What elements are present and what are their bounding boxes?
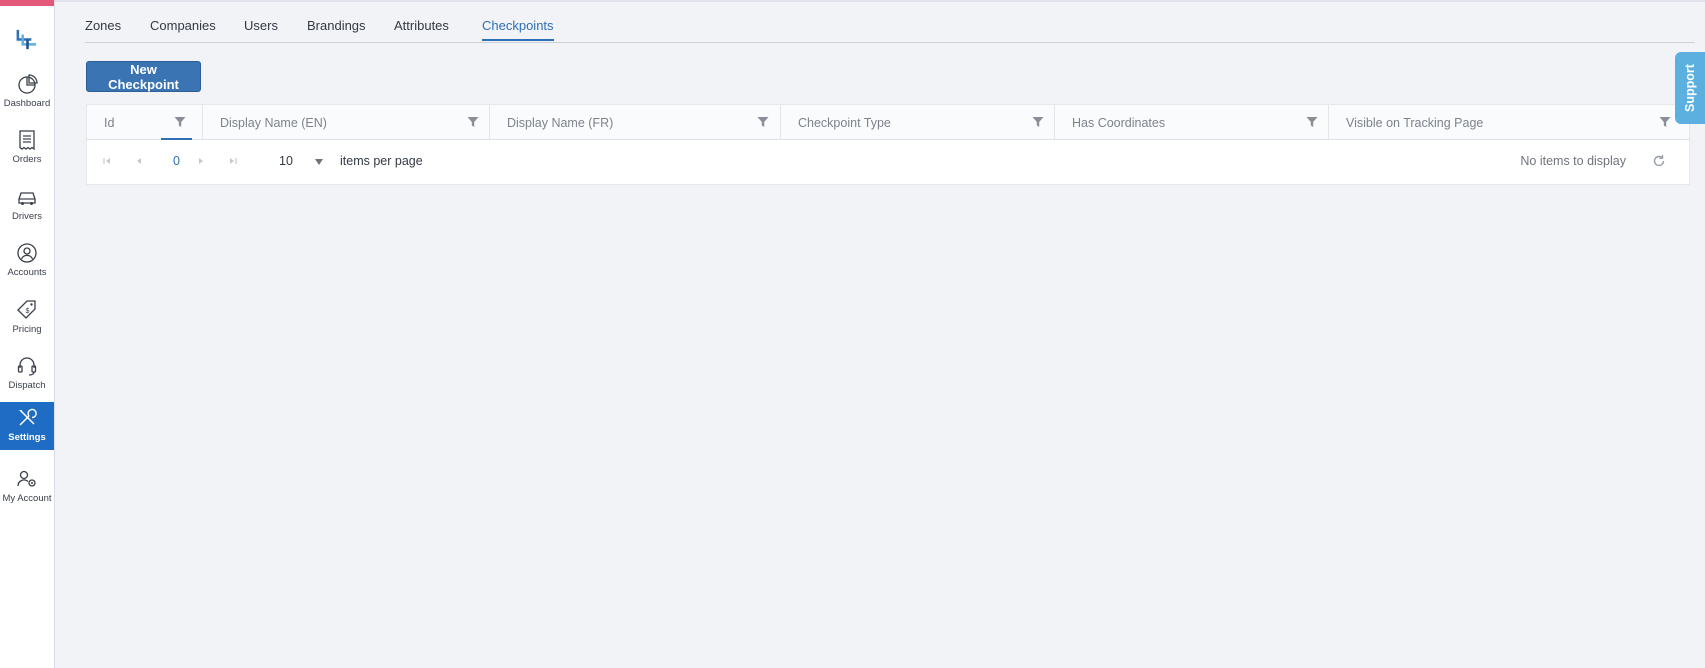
column-header-id[interactable]: Id [87, 105, 203, 140]
column-header-has-coordinates[interactable]: Has Coordinates [1055, 105, 1329, 140]
support-label: Support [1683, 64, 1698, 112]
sidebar-item-settings[interactable]: Settings [0, 402, 54, 450]
app-logo-icon[interactable] [14, 26, 41, 53]
grid-pager: 0 10 items per page No items to display [87, 141, 1689, 184]
items-per-page-label: items per page [340, 154, 423, 168]
sidebar-item-label: Settings [8, 432, 46, 443]
column-header-checkpoint-type[interactable]: Checkpoint Type [781, 105, 1055, 140]
settings-tabs: Zones Companies Users Brandings Attribut… [85, 16, 1695, 43]
sidebar-item-pricing[interactable]: $ Pricing [0, 294, 54, 346]
sidebar-item-label: Dispatch [8, 380, 46, 391]
user-circle-icon [17, 243, 37, 263]
sidebar-item-label: Dashboard [3, 98, 51, 109]
first-page-icon[interactable] [101, 155, 113, 167]
sidebar-item-drivers[interactable]: Drivers [0, 181, 54, 233]
filter-icon[interactable] [1306, 116, 1318, 128]
headset-icon [17, 357, 37, 376]
sidebar-item-label: Drivers [11, 211, 43, 222]
column-title: Has Coordinates [1072, 115, 1166, 130]
page-size-select[interactable]: 10 [279, 154, 293, 168]
tab-companies[interactable]: Companies [150, 18, 216, 39]
top-divider [55, 0, 1705, 2]
tab-zones[interactable]: Zones [85, 18, 121, 39]
next-page-icon[interactable] [195, 155, 207, 167]
svg-text:$: $ [26, 308, 30, 315]
filter-icon[interactable] [757, 116, 769, 128]
main-content: Zones Companies Users Brandings Attribut… [55, 0, 1705, 668]
column-header-visible-on-tracking-page[interactable]: Visible on Tracking Page [1329, 105, 1689, 140]
column-title: Checkpoint Type [798, 115, 891, 130]
tab-brandings[interactable]: Brandings [307, 18, 366, 39]
checkpoints-grid: Id Display Name (EN) Display Name (FR) C… [86, 104, 1690, 185]
sidebar-item-my-account[interactable]: My Account [0, 463, 54, 515]
pager-info: No items to display [1520, 154, 1626, 168]
sidebar-item-accounts[interactable]: Accounts [0, 237, 54, 289]
column-title: Display Name (EN) [220, 115, 327, 130]
last-page-icon[interactable] [227, 155, 239, 167]
chevron-down-icon[interactable] [315, 159, 323, 165]
sidebar-item-dashboard[interactable]: Dashboard [0, 68, 54, 120]
sidebar-top-bar [0, 0, 54, 6]
sidebar-item-label: Accounts [7, 267, 47, 278]
tools-icon [19, 408, 37, 426]
column-resize-indicator [161, 138, 192, 140]
user-gear-icon [17, 470, 36, 487]
pie-chart-icon [18, 74, 38, 94]
column-title: Visible on Tracking Page [1346, 115, 1484, 130]
new-checkpoint-button[interactable]: New Checkpoint [86, 61, 201, 92]
sidebar-item-label: Orders [12, 154, 42, 165]
tab-attributes[interactable]: Attributes [394, 18, 449, 39]
column-title: Display Name (FR) [507, 115, 614, 130]
previous-page-icon[interactable] [133, 155, 145, 167]
price-tag-icon: $ [17, 300, 36, 319]
grid-header: Id Display Name (EN) Display Name (FR) C… [87, 105, 1689, 140]
refresh-icon[interactable] [1651, 153, 1667, 169]
current-page-number[interactable]: 0 [173, 154, 180, 168]
receipt-icon [19, 130, 35, 151]
filter-icon[interactable] [1032, 116, 1044, 128]
sidebar-item-label: My Account [2, 493, 52, 504]
sidebar: Dashboard Orders Drivers Accounts $ Pric… [0, 0, 55, 668]
car-icon [18, 192, 36, 205]
column-header-display-name-en[interactable]: Display Name (EN) [203, 105, 490, 140]
sidebar-item-label: Pricing [12, 324, 42, 335]
filter-icon[interactable] [467, 116, 479, 128]
filter-icon[interactable] [1659, 116, 1671, 128]
sidebar-item-orders[interactable]: Orders [0, 124, 54, 176]
column-title: Id [104, 115, 115, 130]
column-header-display-name-fr[interactable]: Display Name (FR) [490, 105, 781, 140]
app-window: Dashboard Orders Drivers Accounts $ Pric… [0, 0, 1705, 668]
support-tab[interactable]: Support [1675, 52, 1705, 124]
sidebar-item-dispatch[interactable]: Dispatch [0, 350, 54, 402]
tab-checkpoints[interactable]: Checkpoints [482, 18, 554, 41]
filter-icon[interactable] [174, 116, 186, 128]
tab-users[interactable]: Users [244, 18, 278, 39]
